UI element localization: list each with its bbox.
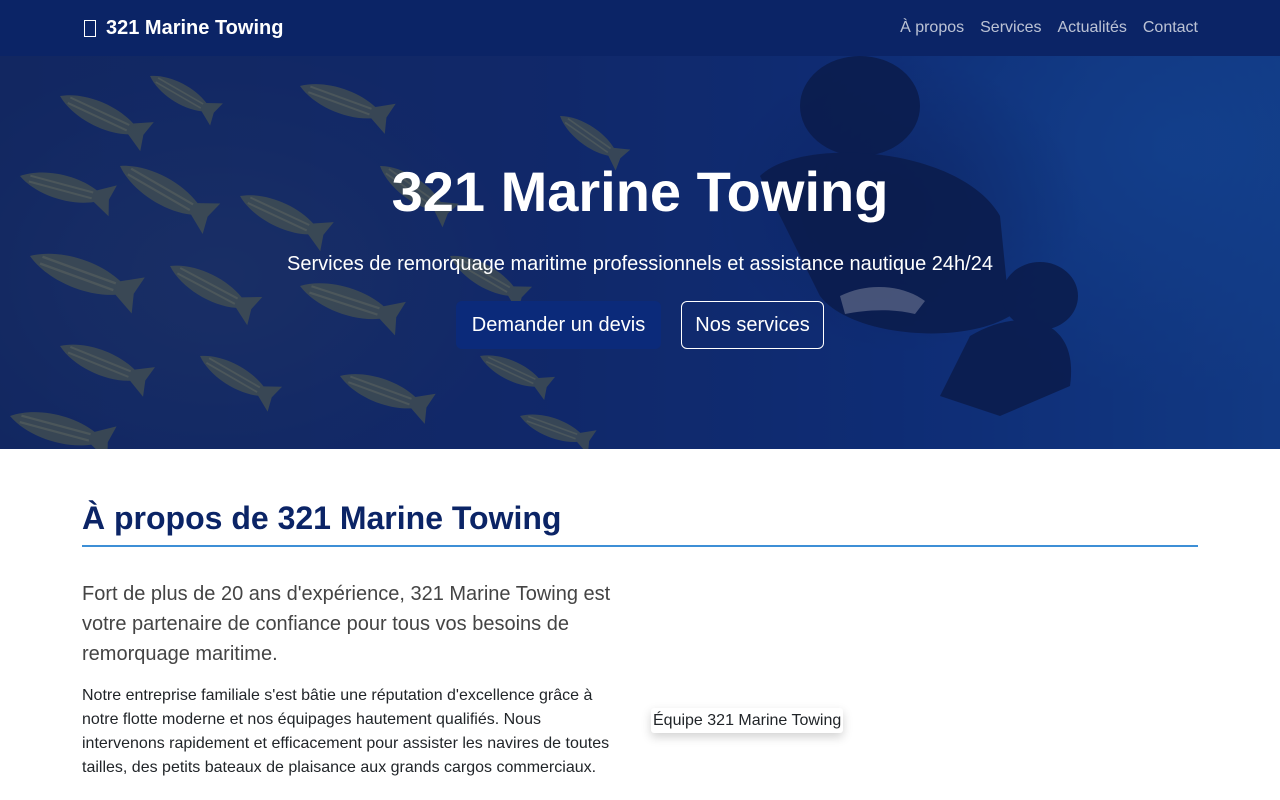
team-image: Équipe 321 Marine Towing: [651, 708, 844, 733]
nav-link-news[interactable]: Actualités: [1049, 19, 1134, 37]
nav-links: À propos Services Actualités Contact: [892, 19, 1198, 37]
anchor-icon: [84, 19, 96, 37]
about-body: Notre entreprise familiale s'est bâtie u…: [82, 687, 610, 776]
nav-link-contact[interactable]: Contact: [1135, 19, 1198, 37]
brand-name: 321 Marine Towing: [106, 16, 284, 39]
brand-link[interactable]: 321 Marine Towing: [84, 17, 283, 40]
about-title: À propos de 321 Marine Towing: [82, 500, 562, 536]
hero-content: 321 Marine Towing Services de remorquage…: [0, 56, 1280, 449]
services-button[interactable]: Nos services: [681, 301, 824, 349]
navbar: 321 Marine Towing À propos Services Actu…: [0, 0, 1280, 56]
team-image-alt: Équipe 321 Marine Towing: [653, 712, 842, 729]
hero-subtitle: Services de remorquage maritime professi…: [287, 253, 993, 275]
hero-section: 321 Marine Towing Services de remorquage…: [0, 56, 1280, 449]
quote-request-button[interactable]: Demander un devis: [456, 301, 661, 349]
hero-title: 321 Marine Towing: [391, 160, 889, 223]
about-lead: Fort de plus de 20 ans d'expérience, 321…: [82, 583, 611, 665]
section-divider: [82, 545, 1198, 547]
nav-link-services[interactable]: Services: [972, 19, 1049, 37]
nav-link-about[interactable]: À propos: [892, 19, 972, 37]
